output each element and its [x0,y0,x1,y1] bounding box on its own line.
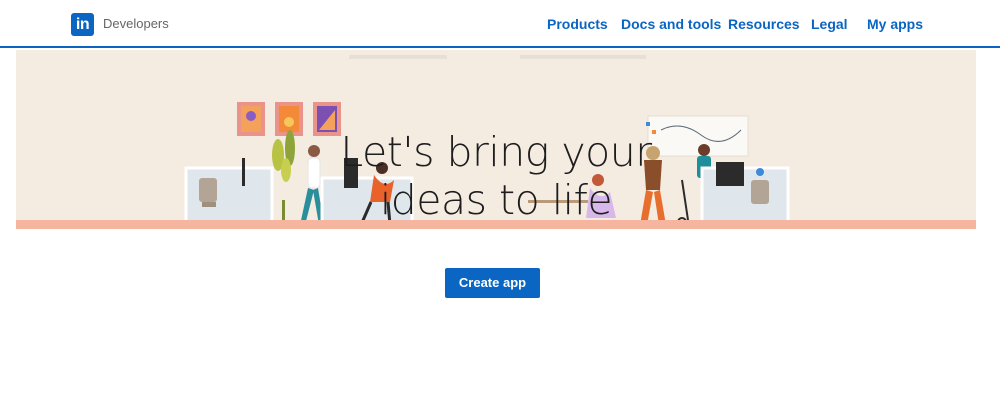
nav-link-products[interactable]: Products [547,16,608,32]
nav-link-docs-and-tools[interactable]: Docs and tools [621,16,721,32]
nav-link-my-apps[interactable]: My apps [867,16,923,32]
ceiling-light-icon [520,55,646,59]
hero-banner: Let's bring your ideas to life [16,50,976,229]
ceiling-light-icon [349,55,447,59]
nav-link-resources[interactable]: Resources [728,16,800,32]
nav-link-legal[interactable]: Legal [811,16,848,32]
brand-label[interactable]: Developers [103,16,169,31]
linkedin-logo-icon[interactable]: in [71,13,94,36]
hero-title: Let's bring your ideas to life [340,128,652,224]
top-navigation-bar: in Developers Products Docs and tools Re… [0,0,1000,48]
create-app-button[interactable]: Create app [445,268,540,298]
